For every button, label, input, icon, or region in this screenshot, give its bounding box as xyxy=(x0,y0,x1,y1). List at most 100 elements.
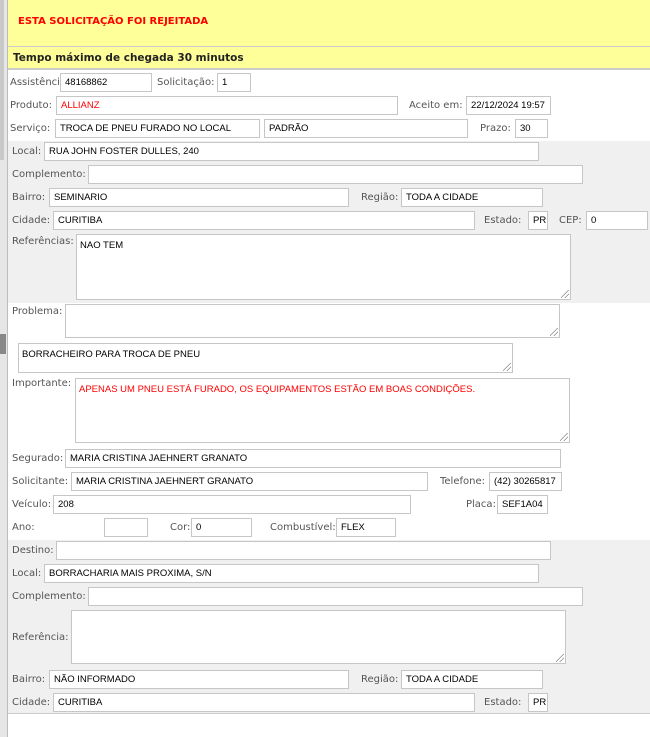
assistencia-value: 48168862 xyxy=(65,77,108,88)
resize-grip-icon[interactable] xyxy=(503,363,511,371)
regiao-value: TODA A CIDADE xyxy=(406,192,479,203)
resize-grip-icon[interactable] xyxy=(556,654,564,662)
d-cidade-label: Cidade: xyxy=(12,697,51,708)
telefone-value: (42) 30265817 xyxy=(494,476,556,487)
destino-label: Destino: xyxy=(12,545,54,556)
combustivel-value: FLEX xyxy=(341,522,365,533)
d-estado-label: Estado: xyxy=(484,697,522,708)
d-estado-input[interactable]: PR xyxy=(528,693,548,712)
d-bairro-label: Bairro: xyxy=(12,674,46,685)
complemento-label: Complemento: xyxy=(12,169,86,180)
solicitacao-value: 1 xyxy=(222,77,228,88)
prazo-value: 30 xyxy=(520,123,531,134)
aceito-input[interactable]: 22/12/2024 19:57 xyxy=(466,96,551,115)
resize-grip-icon[interactable] xyxy=(550,328,558,336)
importante-value: APENAS UM PNEU ESTÁ FURADO, OS EQUIPAMEN… xyxy=(79,384,476,395)
aceito-label: Aceito em: xyxy=(409,100,463,111)
bairro-label: Bairro: xyxy=(12,192,46,203)
d-bairro-input[interactable]: NÃO INFORMADO xyxy=(49,670,349,689)
destino-input[interactable] xyxy=(56,541,551,560)
servico-label: Serviço: xyxy=(10,123,51,134)
servico-value: TROCA DE PNEU FURADO NO LOCAL xyxy=(60,123,232,134)
side-tab xyxy=(0,334,6,354)
left-scrollbar[interactable] xyxy=(0,0,8,737)
bairro-input[interactable]: SEMINARIO xyxy=(49,188,349,207)
estado-input[interactable]: PR xyxy=(528,211,548,230)
cor-input[interactable]: 0 xyxy=(191,518,252,537)
cep-value: 0 xyxy=(591,215,597,226)
rejected-title: ESTA SOLICITAÇÃO FOI REJEITADA xyxy=(18,16,209,27)
referencias-label: Referências: xyxy=(12,236,74,247)
veiculo-label: Veículo: xyxy=(12,499,52,510)
arrival-time-bar: Tempo máximo de chegada 30 minutos xyxy=(8,47,650,70)
d-regiao-label: Região: xyxy=(361,674,399,685)
complemento-input[interactable] xyxy=(88,165,583,184)
ano-input[interactable] xyxy=(104,518,148,537)
placa-label: Placa: xyxy=(466,499,496,510)
local-input[interactable]: RUA JOHN FOSTER DULLES, 240 xyxy=(44,142,539,161)
telefone-label: Telefone: xyxy=(440,476,485,487)
d-referencia-textarea[interactable] xyxy=(71,610,566,664)
cep-input[interactable]: 0 xyxy=(586,211,648,230)
d-local-value: BORRACHARIA MAIS PROXIMA, S/N xyxy=(49,568,212,579)
d-referencia-label: Referência: xyxy=(12,632,69,643)
assistencia-input[interactable]: 48168862 xyxy=(60,73,152,92)
cidade-value: CURITIBA xyxy=(58,215,103,226)
problema-desc-value: BORRACHEIRO PARA TROCA DE PNEU xyxy=(22,349,201,360)
regiao-label: Região: xyxy=(361,192,399,203)
placa-value: SEF1A04 xyxy=(502,499,543,510)
local-label: Local: xyxy=(12,146,42,157)
problema-label: Problema: xyxy=(12,306,63,317)
estado-label: Estado: xyxy=(484,215,522,226)
d-regiao-value: TODA A CIDADE xyxy=(406,674,479,685)
segurado-value: MARIA CRISTINA JAEHNERT GRANATO xyxy=(70,453,248,464)
servico-input[interactable]: TROCA DE PNEU FURADO NO LOCAL xyxy=(55,119,260,138)
d-local-input[interactable]: BORRACHARIA MAIS PROXIMA, S/N xyxy=(44,564,539,583)
solicitante-value: MARIA CRISTINA JAEHNERT GRANATO xyxy=(76,476,254,487)
segurado-input[interactable]: MARIA CRISTINA JAEHNERT GRANATO xyxy=(65,449,561,468)
prazo-input[interactable]: 30 xyxy=(515,119,548,138)
cor-value: 0 xyxy=(196,522,202,533)
d-complemento-input[interactable] xyxy=(88,587,583,606)
combustivel-label: Combustível: xyxy=(270,522,336,533)
solicitante-input[interactable]: MARIA CRISTINA JAEHNERT GRANATO xyxy=(71,472,428,491)
regiao-input[interactable]: TODA A CIDADE xyxy=(401,188,543,207)
estado-value: PR xyxy=(533,215,547,226)
bairro-value: SEMINARIO xyxy=(54,192,108,203)
servico-tipo-input[interactable]: PADRÃO xyxy=(264,119,468,138)
segurado-label: Segurado: xyxy=(12,453,64,464)
prazo-label: Prazo: xyxy=(480,123,511,134)
servico-tipo-value: PADRÃO xyxy=(269,123,309,134)
d-local-label: Local: xyxy=(12,568,42,579)
scroll-thumb[interactable] xyxy=(0,0,4,160)
produto-input[interactable]: ALLIANZ xyxy=(56,96,398,115)
combustivel-input[interactable]: FLEX xyxy=(336,518,396,537)
solicitacao-input[interactable]: 1 xyxy=(217,73,251,92)
veiculo-value: 208 xyxy=(58,499,74,510)
d-complemento-label: Complemento: xyxy=(12,591,86,602)
cor-label: Cor: xyxy=(170,522,191,533)
importante-label: Importante: xyxy=(12,378,72,389)
placa-input[interactable]: SEF1A04 xyxy=(497,495,548,514)
cidade-input[interactable]: CURITIBA xyxy=(53,211,475,230)
veiculo-input[interactable]: 208 xyxy=(53,495,411,514)
telefone-input[interactable]: (42) 30265817 xyxy=(489,472,562,491)
solicitante-label: Solicitante: xyxy=(12,476,69,487)
arrival-time-text: Tempo máximo de chegada 30 minutos xyxy=(13,52,244,64)
aceito-value: 22/12/2024 19:57 xyxy=(471,100,545,111)
produto-value: ALLIANZ xyxy=(61,100,100,111)
resize-grip-icon[interactable] xyxy=(560,433,568,441)
problema-textarea[interactable] xyxy=(65,304,560,338)
d-cidade-input[interactable]: CURITIBA xyxy=(53,693,475,712)
referencias-textarea[interactable]: NAO TEM xyxy=(76,234,571,300)
produto-label: Produto: xyxy=(10,100,52,111)
cep-label: CEP: xyxy=(559,215,582,226)
resize-grip-icon[interactable] xyxy=(561,290,569,298)
importante-textarea[interactable]: APENAS UM PNEU ESTÁ FURADO, OS EQUIPAMEN… xyxy=(75,378,570,443)
ano-label: Ano: xyxy=(12,522,35,533)
referencias-value: NAO TEM xyxy=(80,240,124,251)
problema-desc-textarea[interactable]: BORRACHEIRO PARA TROCA DE PNEU xyxy=(18,343,513,373)
cidade-label: Cidade: xyxy=(12,215,51,226)
d-regiao-input[interactable]: TODA A CIDADE xyxy=(401,670,543,689)
d-estado-value: PR xyxy=(533,697,547,708)
